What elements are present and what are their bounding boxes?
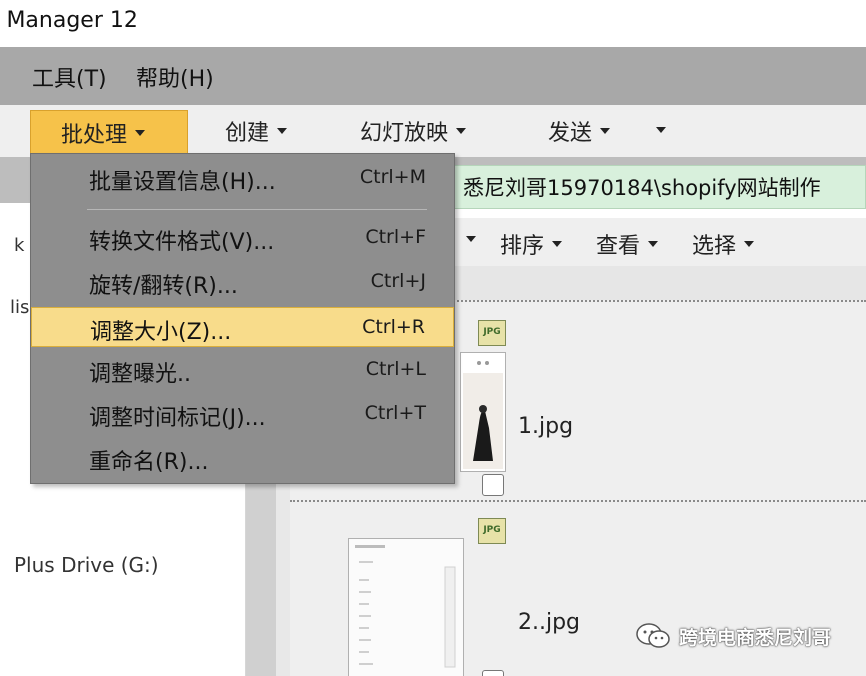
jpg-file-icon: JPG: [478, 320, 506, 346]
sort-label: 排序: [500, 234, 545, 259]
toolbar-overflow-button[interactable]: [656, 127, 666, 133]
menu-divider: [87, 209, 427, 210]
batch-button[interactable]: 批处理: [30, 110, 188, 154]
sort-button[interactable]: 排序: [500, 228, 563, 260]
image-thumbnail[interactable]: [460, 352, 506, 472]
image-thumbnail[interactable]: [348, 538, 464, 676]
menu-item-adjust-exposure[interactable]: 调整曝光.. Ctrl+L: [31, 350, 454, 390]
menu-item-label: 批量设置信息(H)...: [89, 170, 276, 195]
wechat-icon: [636, 623, 670, 648]
menu-item-shortcut: Ctrl+F: [365, 226, 426, 248]
window-title: o Manager 12: [0, 8, 138, 33]
folder-fragment: lis: [10, 297, 30, 318]
file-name: 1.jpg: [518, 414, 574, 439]
view-label: 查看: [596, 234, 641, 259]
slideshow-button[interactable]: 幻灯放映: [360, 115, 467, 147]
menu-bar: › 工具(T) 帮助(H): [0, 47, 866, 105]
menu-item-label: 调整曝光..: [89, 362, 191, 387]
chevron-down-icon: [456, 128, 467, 134]
file-checkbox[interactable]: [482, 474, 504, 496]
chevron-down-icon: [656, 127, 666, 133]
menu-item-rotate-flip[interactable]: 旋转/翻转(R)... Ctrl+J: [31, 262, 454, 302]
send-button[interactable]: 发送: [548, 115, 611, 147]
menu-item-shortcut: Ctrl+J: [370, 270, 426, 292]
slideshow-label: 幻灯放映: [360, 121, 449, 146]
menu-item-shortcut: Ctrl+L: [365, 358, 426, 380]
address-bar[interactable]: 悉尼刘哥15970184\shopify网站制作: [450, 165, 866, 209]
select-label: 选择: [692, 234, 737, 259]
menu-fragment: ›: [0, 57, 2, 85]
chevron-down-icon: [648, 241, 659, 247]
chevron-down-icon: [135, 130, 146, 136]
menu-item-shortcut: Ctrl+M: [359, 166, 426, 188]
folder-fragment: k: [14, 235, 25, 256]
drive-item[interactable]: Plus Drive (G:): [14, 553, 159, 577]
file-checkbox[interactable]: [482, 670, 504, 676]
chevron-down-icon: [466, 236, 476, 242]
menu-item-adjust-timestamp[interactable]: 调整时间标记(J)... Ctrl+T: [31, 394, 454, 434]
watermark-text: 跨境电商悉尼刘哥: [679, 626, 832, 649]
document-icon: [349, 539, 463, 676]
chevron-down-icon: [600, 128, 611, 134]
menu-item-shortcut: Ctrl+R: [362, 316, 425, 338]
menu-help[interactable]: 帮助(H): [136, 61, 214, 93]
title-bar: o Manager 12: [0, 0, 866, 47]
select-button[interactable]: 选择: [692, 228, 755, 260]
file-name: 2..jpg: [518, 610, 581, 635]
photo-icon: [461, 353, 505, 471]
menu-item-label: 调整大小(Z)...: [90, 320, 232, 345]
create-button[interactable]: 创建: [225, 115, 288, 147]
send-label: 发送: [548, 121, 593, 146]
watermark: 跨境电商悉尼刘哥: [635, 622, 831, 650]
create-label: 创建: [225, 121, 270, 146]
menu-item-shortcut: Ctrl+T: [364, 402, 426, 424]
menu-item-label: 重命名(R)...: [89, 450, 209, 475]
menu-item-label: 旋转/翻转(R)...: [89, 274, 238, 299]
menu-item-label: 转换文件格式(V)...: [89, 230, 275, 255]
menu-item-convert-format[interactable]: 转换文件格式(V)... Ctrl+F: [31, 218, 454, 258]
chevron-down-icon: [277, 128, 288, 134]
toolbar-fragment: ›: [0, 117, 1, 138]
view-button[interactable]: 查看: [596, 228, 659, 260]
menu-tools[interactable]: 工具(T): [32, 61, 107, 93]
menu-item-rename[interactable]: 重命名(R)...: [31, 438, 454, 478]
menu-item-resize[interactable]: 调整大小(Z)... Ctrl+R: [31, 307, 454, 347]
sortbar-caret[interactable]: [466, 236, 476, 242]
chevron-down-icon: [744, 241, 755, 247]
jpg-file-icon: JPG: [478, 518, 506, 544]
menu-item-label: 调整时间标记(J)...: [89, 406, 266, 431]
batch-label: 批处理: [61, 123, 128, 148]
menu-item-batch-info[interactable]: 批量设置信息(H)... Ctrl+M: [31, 158, 454, 198]
batch-dropdown-menu: 批量设置信息(H)... Ctrl+M 转换文件格式(V)... Ctrl+F …: [30, 153, 455, 484]
chevron-down-icon: [552, 241, 563, 247]
